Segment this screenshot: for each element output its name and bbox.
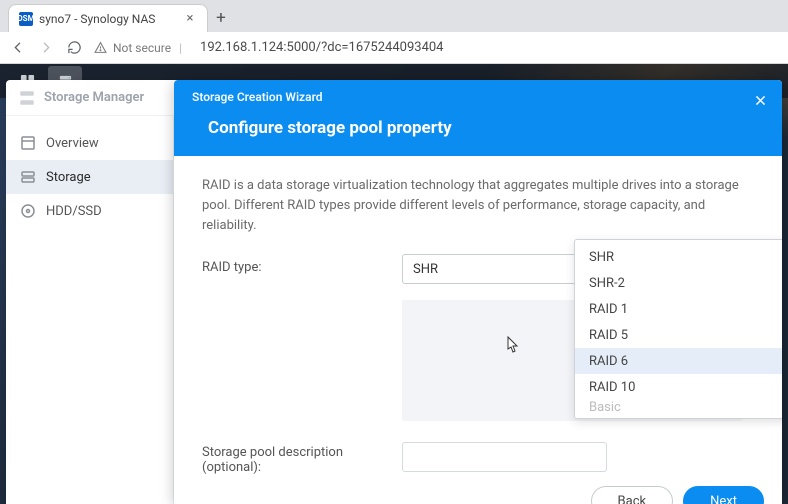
raid-type-dropdown: SHR SHR-2 RAID 1 RAID 5 RAID 6 RAID 10 B… — [574, 239, 782, 419]
security-label: Not secure — [113, 41, 171, 55]
reload-button[interactable] — [66, 40, 82, 56]
raid-type-label: RAID type: — [202, 254, 402, 275]
pool-description-label: Storage pool description (optional): — [202, 439, 402, 475]
dropdown-option-raid10[interactable]: RAID 10 — [575, 374, 782, 400]
dropdown-option-raid5[interactable]: RAID 5 — [575, 322, 782, 348]
sidebar-item-storage[interactable]: Storage — [6, 160, 173, 194]
wizard-body: RAID is a data storage virtualization te… — [174, 156, 782, 485]
dropdown-option-shr[interactable]: SHR — [575, 244, 782, 270]
dropdown-option-basic[interactable]: Basic — [575, 400, 782, 414]
overview-icon — [20, 135, 36, 151]
raid-type-selected-value: SHR — [413, 262, 438, 277]
security-indicator[interactable]: Not secure | — [94, 41, 184, 55]
wizard-header: Storage Creation Wizard Configure storag… — [174, 80, 782, 156]
sidebar-item-hdd-ssd[interactable]: HDD/SSD — [6, 194, 173, 228]
storage-manager-sidebar: Overview Storage HDD/SSD — [6, 116, 174, 504]
sidebar-item-label: Storage — [46, 170, 91, 185]
dropdown-option-raid6[interactable]: RAID 6 — [575, 348, 782, 374]
tab-favicon: DSM — [19, 12, 33, 26]
sidebar-item-overview[interactable]: Overview — [6, 126, 173, 160]
next-button[interactable]: Next — [683, 486, 764, 504]
browser-tab-strip: DSM syno7 - Synology NAS × + — [0, 0, 788, 32]
close-icon — [754, 94, 767, 107]
browser-toolbar: Not secure | 192.168.1.124:5000/?dc=1675… — [0, 32, 788, 64]
browser-tab[interactable]: DSM syno7 - Synology NAS × — [8, 4, 208, 32]
storage-icon — [18, 89, 36, 107]
back-button[interactable] — [10, 40, 26, 56]
wizard-description: RAID is a data storage virtualization te… — [202, 176, 754, 236]
pool-description-input[interactable] — [402, 442, 607, 472]
dropdown-option-raid1[interactable]: RAID 1 — [575, 296, 782, 322]
tab-title: syno7 - Synology NAS — [39, 12, 177, 26]
sidebar-item-label: HDD/SSD — [46, 204, 102, 219]
back-button[interactable]: Back — [591, 486, 674, 504]
forward-button[interactable] — [38, 40, 54, 56]
storage-nav-icon — [20, 169, 36, 185]
address-url[interactable]: 192.168.1.124:5000/?dc=1675244093404 — [200, 40, 443, 55]
wizard-footer: Back Next — [174, 485, 782, 504]
wizard-step-title: Configure storage pool property — [208, 118, 764, 138]
storage-manager-title: Storage Manager — [44, 90, 144, 105]
new-tab-button[interactable]: + — [208, 4, 234, 32]
wizard-breadcrumb-title: Storage Creation Wizard — [192, 90, 764, 104]
tab-close-icon[interactable]: × — [183, 12, 197, 26]
disk-icon — [20, 203, 36, 219]
dropdown-option-shr2[interactable]: SHR-2 — [575, 270, 782, 296]
sidebar-item-label: Overview — [46, 136, 99, 151]
wizard-close-button[interactable] — [750, 90, 770, 110]
storage-creation-wizard: Storage Creation Wizard Configure storag… — [174, 80, 782, 504]
warning-icon — [94, 41, 107, 54]
